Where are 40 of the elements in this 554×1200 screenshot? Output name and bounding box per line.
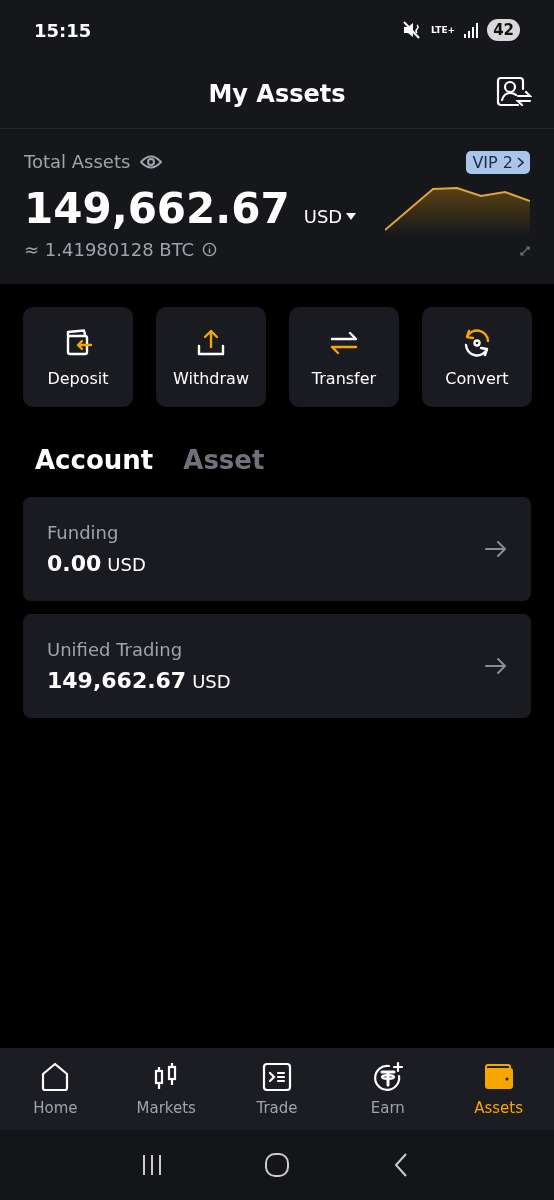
arrow-right-icon: [485, 657, 507, 675]
vip-badge[interactable]: VIP 2: [466, 151, 530, 174]
tab[interactable]: Asset: [183, 445, 265, 475]
account-card[interactable]: Funding 0.00 USD: [23, 497, 531, 601]
account-name: Unified Trading: [47, 639, 184, 660]
status-time: 15:15: [34, 19, 92, 41]
action-button[interactable]: Withdraw: [156, 307, 266, 407]
account-switch-icon[interactable]: [496, 76, 532, 108]
account-currency: USD: [107, 554, 146, 575]
signal-icon: [463, 22, 480, 38]
nav-item[interactable]: Assets: [443, 1048, 554, 1130]
account-currency: USD: [192, 671, 231, 692]
tab[interactable]: Account: [35, 445, 154, 475]
account-card[interactable]: Unified Trading 149,662.67 USD: [23, 614, 531, 718]
home-button-icon[interactable]: [264, 1152, 290, 1178]
total-amount: 149,662.67: [24, 184, 290, 233]
arrow-right-icon: [485, 540, 507, 558]
currency-selector[interactable]: USD: [303, 206, 357, 227]
btc-equivalent: ≈ 1.41980128 BTC: [24, 239, 195, 260]
action-button[interactable]: Convert: [422, 307, 532, 407]
expand-icon[interactable]: [520, 246, 530, 256]
action-button[interactable]: Deposit: [23, 307, 133, 407]
account-amount: 0.00: [47, 551, 102, 576]
action-button[interactable]: Transfer: [289, 307, 399, 407]
eye-icon[interactable]: [140, 153, 163, 170]
nav-item[interactable]: Earn: [332, 1048, 444, 1130]
page-title: My Assets: [208, 80, 346, 108]
coin-plus-icon: [371, 1061, 404, 1093]
nav-item[interactable]: Trade: [221, 1048, 333, 1130]
battery-level: 42: [487, 19, 520, 41]
info-icon[interactable]: [202, 242, 218, 257]
caret-icon: [346, 213, 357, 220]
network-type: LTE+: [431, 25, 456, 35]
nav-item[interactable]: Home: [0, 1048, 111, 1130]
account-amount: 149,662.67: [47, 668, 187, 693]
terminal-icon: [261, 1061, 293, 1093]
nav-item[interactable]: Markets: [110, 1048, 222, 1130]
total-assets-label: Total Assets: [24, 151, 131, 172]
account-name: Funding: [47, 522, 120, 543]
chevron-icon: [517, 157, 524, 168]
